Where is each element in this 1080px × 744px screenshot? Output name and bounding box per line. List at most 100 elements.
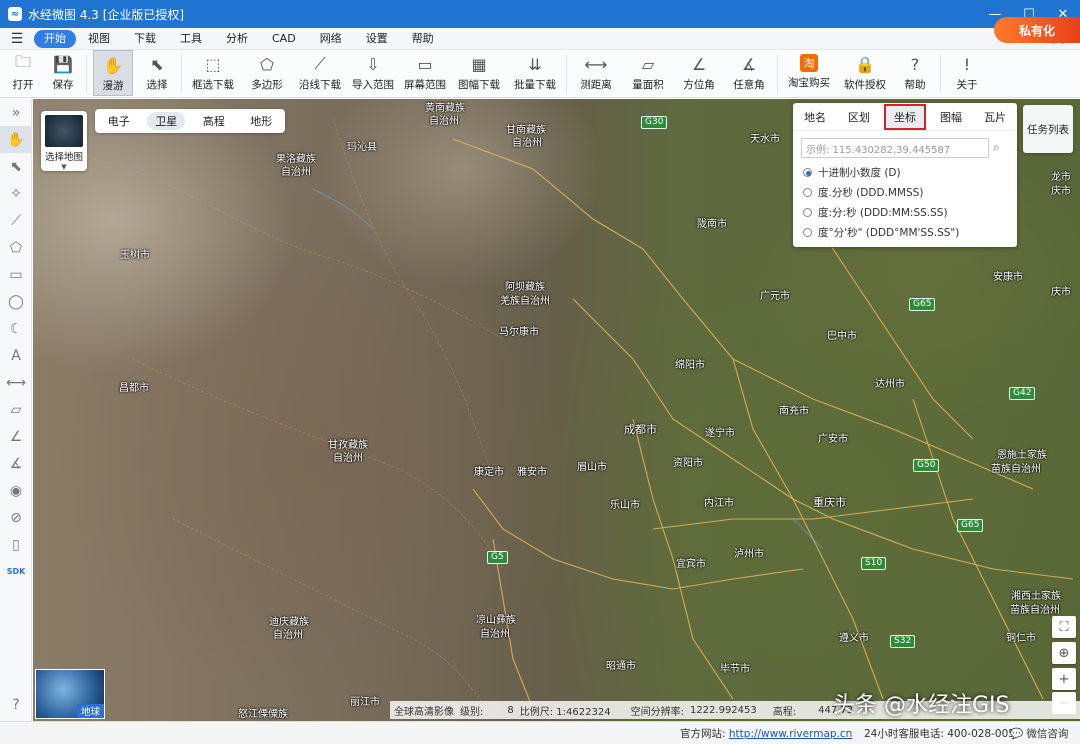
private-deploy-button[interactable]: 私有化	[994, 17, 1080, 43]
coordinate-input[interactable]: 示例: 115.430282,39.445587	[801, 138, 989, 158]
menu-cad[interactable]: CAD	[260, 30, 308, 48]
text-icon[interactable]: A	[0, 342, 32, 369]
link-icon[interactable]: ⊘	[0, 504, 32, 531]
search-icon[interactable]: ⌕	[993, 140, 1000, 155]
city-label: 达州市	[875, 379, 905, 390]
tab-division[interactable]: 区划	[840, 106, 878, 128]
menu-download[interactable]: 下载	[122, 30, 168, 48]
level-value: 8	[507, 704, 514, 716]
tool-hand-button[interactable]: ✋ 漫游	[93, 50, 133, 96]
tool-measure-distance-button[interactable]: ⟷ 测距离	[573, 50, 619, 96]
menu-network[interactable]: 网络	[308, 30, 354, 48]
tool-batch-download-button[interactable]: ⇊ 批量下载	[510, 50, 560, 96]
draw-point-icon[interactable]: ✧	[0, 180, 32, 207]
tool-pointer-button[interactable]: ⬉ 选择	[139, 50, 175, 96]
tool-azimuth-button[interactable]: ∠ 方位角	[677, 50, 721, 96]
menu-settings[interactable]: 设置	[354, 30, 400, 48]
menu-start[interactable]: 开始	[34, 29, 76, 48]
tab-sheet[interactable]: 图幅	[932, 106, 970, 128]
menu-tools[interactable]: 工具	[168, 30, 214, 48]
globe-switch-button[interactable]: 地球	[35, 669, 105, 719]
radio-dms-colon[interactable]: 度:分:秒 (DDD:MM:SS.SS)	[803, 202, 1017, 222]
tool-taobao-button[interactable]: 淘淘宝购买	[784, 50, 834, 96]
draw-circle-icon[interactable]: ◯	[0, 288, 32, 315]
menu-view[interactable]: 视图	[76, 30, 122, 48]
sdk-icon[interactable]: SDK	[0, 558, 32, 585]
basemap-terrain[interactable]: 地形	[242, 112, 280, 130]
tool-info-button[interactable]: ! 关于	[947, 50, 987, 96]
select-arrow-icon[interactable]: ⬉	[0, 153, 32, 180]
tool-measure-area-button[interactable]: ▱ 量面积	[625, 50, 671, 96]
highway-shield: G5	[487, 551, 508, 564]
fullscreen-icon[interactable]: ⛶	[1052, 616, 1076, 638]
expand-icon[interactable]: »	[0, 99, 32, 126]
tool-help-button[interactable]: ? 帮助	[896, 50, 934, 96]
tool-import-range-button[interactable]: ⇩ 导入范围	[350, 50, 396, 96]
any-angle-icon[interactable]: ∡	[0, 450, 32, 477]
radio-dms-symbol[interactable]: 度°分'秒" (DDD°MM'SS.SS")	[803, 222, 1017, 242]
city-label: 宜宾市	[676, 559, 706, 570]
basemap-elevation[interactable]: 高程	[195, 112, 233, 130]
tool-screen-range-button[interactable]: ▭ 屏幕范围	[402, 50, 448, 96]
toolbar-label: 批量下载	[514, 79, 556, 91]
task-list-button[interactable]: 任务列表	[1023, 105, 1073, 153]
radio-decimal[interactable]: 十进制小数度 (D)	[803, 162, 1017, 182]
locate-icon[interactable]: ⊕	[1052, 642, 1076, 664]
city-label: 怒江傈僳族	[238, 709, 288, 720]
menu-help[interactable]: 帮助	[400, 30, 446, 48]
toolbar-separator	[777, 55, 778, 93]
city-label: 毕节市	[720, 664, 750, 675]
select-map-button[interactable]: 选择地图 ▼	[41, 111, 87, 171]
website-link[interactable]: http://www.rivermap.cn	[729, 728, 852, 740]
city-label: 南充市	[779, 406, 809, 417]
measure-distance-icon: ⟷	[584, 54, 608, 74]
city-label: 乐山市	[610, 500, 640, 511]
draw-rect-icon[interactable]: ▭	[0, 261, 32, 288]
level-label: 级别:	[460, 706, 484, 718]
tool-sheet-download-button[interactable]: ▦ 图幅下载	[454, 50, 504, 96]
menu-analysis[interactable]: 分析	[214, 30, 260, 48]
toolbar-label: 图幅下载	[458, 79, 500, 91]
wechat-help-link[interactable]: 💬 微信咨询	[1010, 726, 1068, 741]
basemap-electronic[interactable]: 电子	[100, 112, 138, 130]
tab-place-name[interactable]: 地名	[796, 106, 834, 128]
imagery-source: 全球高清影像	[394, 706, 454, 718]
city-label: 龙市	[1051, 172, 1071, 183]
city-label: 湘西土家族	[1011, 591, 1061, 602]
tool-polygon-download-button[interactable]: ⬠ 多边形	[244, 50, 290, 96]
highway-shield: G42	[1009, 387, 1036, 400]
hamburger-menu-icon[interactable]: ☰	[0, 31, 34, 47]
toolbar-label: 导入范围	[352, 79, 394, 91]
toolbar-separator	[86, 55, 87, 93]
tool-any-angle-button[interactable]: ∡ 任意角	[727, 50, 771, 96]
toolbar-label: 软件授权	[844, 79, 886, 91]
user-icon[interactable]: 👤	[944, 0, 978, 28]
pan-hand-icon[interactable]: ✋	[0, 126, 32, 153]
tool-folder-button[interactable]: 🗀 打开	[6, 50, 40, 96]
tab-tile[interactable]: 瓦片	[976, 106, 1014, 128]
radio-dmmss[interactable]: 度.分秒 (DDD.MMSS)	[803, 182, 1017, 202]
toolbar-label: 淘宝购买	[788, 77, 830, 89]
draw-arc-icon[interactable]: ☾	[0, 315, 32, 342]
tool-save-button[interactable]: 💾 保存	[46, 50, 80, 96]
help-circle-icon[interactable]: ?	[0, 691, 32, 718]
tab-coordinate[interactable]: 坐标	[884, 103, 926, 130]
tool-line-download-button[interactable]: ⟋ 沿线下载	[296, 50, 344, 96]
basemap-satellite[interactable]: 卫星	[147, 112, 186, 130]
azimuth-icon[interactable]: ∠	[0, 423, 32, 450]
measure-distance-icon[interactable]: ⟷	[0, 369, 32, 396]
radio-label: 度.分秒 (DDD.MMSS)	[818, 186, 924, 199]
draw-polygon-icon[interactable]: ⬠	[0, 234, 32, 261]
draw-line-icon[interactable]: ⟋	[0, 207, 32, 234]
measure-area-icon[interactable]: ▱	[0, 396, 32, 423]
zoom-in-button[interactable]: +	[1052, 668, 1076, 690]
toolbar-label: 多边形	[251, 79, 283, 91]
map-canvas[interactable]: 电子 卫星 高程 地形 选择地图 ▼ 地名 区划 坐标 图幅 瓦片 示例: 11…	[33, 99, 1080, 721]
taobao-icon: 淘	[800, 54, 818, 72]
highway-shield: S32	[890, 635, 916, 648]
tool-box-download-button[interactable]: ⬚ 框选下载	[188, 50, 238, 96]
toolbar-label: 漫游	[102, 80, 124, 92]
phone-icon[interactable]: ▯	[0, 531, 32, 558]
plugin-icon[interactable]: ◉	[0, 477, 32, 504]
tool-lock-button[interactable]: 🔒 软件授权	[840, 50, 890, 96]
